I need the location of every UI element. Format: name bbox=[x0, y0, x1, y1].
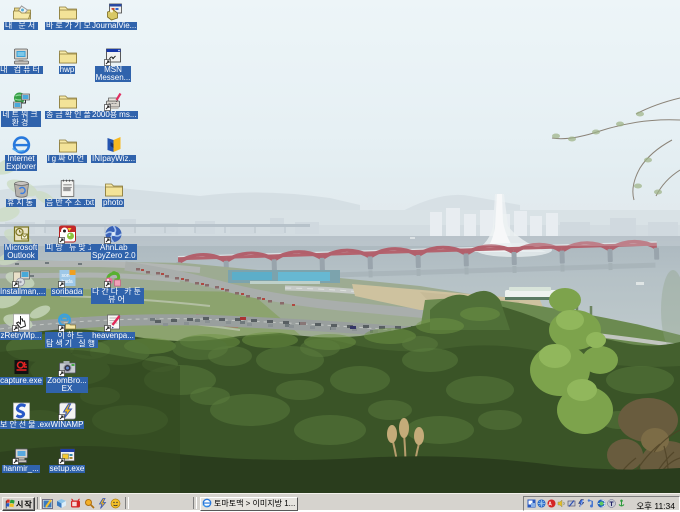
svg-text:A: A bbox=[548, 502, 552, 508]
